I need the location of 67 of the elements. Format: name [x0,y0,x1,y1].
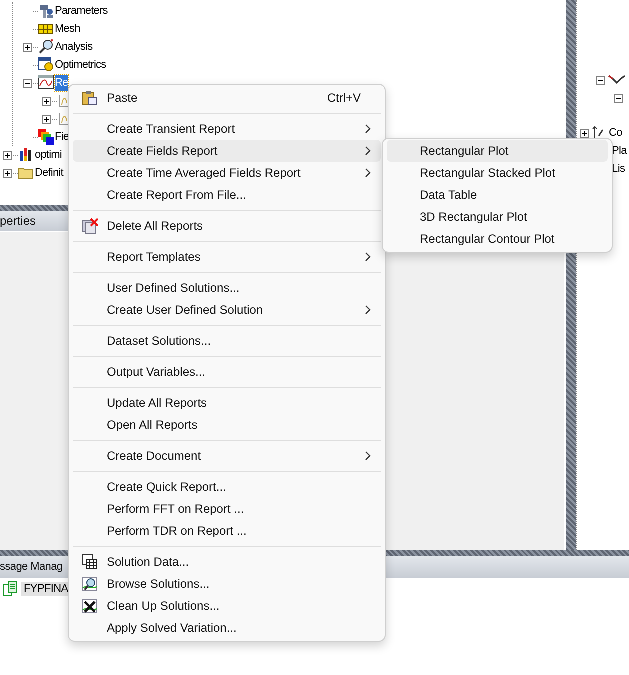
menu-item[interactable]: Browse Solutions... [73,573,381,595]
menu-item[interactable]: User Defined Solutions... [73,277,381,299]
menu-item[interactable]: Create Transient Report [73,118,381,140]
expand-icon[interactable] [23,42,32,52]
menu-item[interactable]: Create Report From File... [73,184,381,206]
tree-item[interactable]: Analysis [55,39,93,55]
menu-item[interactable]: 3D Rectangular Plot [387,206,608,228]
menu-item[interactable]: Create Fields Report [73,140,381,162]
squares-icon [38,129,54,145]
chevron-icon [365,168,371,178]
expand-icon[interactable] [42,96,51,106]
menu-item[interactable]: Solution Data... [73,551,381,573]
clipboard-icon [82,90,98,106]
chevron-icon [365,305,371,315]
menu-item[interactable]: Dataset Solutions... [73,330,381,352]
shortcut-label: Ctrl+V [327,91,361,105]
tree-item[interactable]: Co [609,127,622,139]
menu-item[interactable]: Open All Reports [73,414,381,436]
menu-item[interactable]: Perform TDR on Report ... [73,520,381,542]
menu-item[interactable]: Apply Solved Variation... [73,617,381,639]
tools-icon [38,3,54,19]
menu-item[interactable]: Update All Reports [73,392,381,414]
chevron-icon [365,124,371,134]
menu-item[interactable]: Rectangular Plot [387,140,608,162]
expand-icon[interactable] [42,114,51,124]
tree-item[interactable]: Optimetrics [55,57,106,73]
expand-icon[interactable] [580,128,589,138]
menu-item[interactable]: Create Time Averaged Fields Report [73,162,381,184]
tree-item[interactable]: Definit [35,165,64,181]
magnifier-icon [38,39,54,55]
tree-item[interactable]: Pla [612,145,627,157]
menu-item[interactable]: Rectangular Contour Plot [387,228,608,250]
document-stack-icon [3,581,18,596]
panel-title: ssage Manag [0,561,63,573]
chart-window-icon [38,57,54,73]
chevron-icon [365,252,371,262]
magnifier-icon [82,576,98,592]
delete-icon [82,218,98,234]
tree-item[interactable]: Re [55,75,68,91]
menu-item[interactable]: Clean Up Solutions... [73,595,381,617]
menu-item[interactable]: Rectangular Stacked Plot [387,162,608,184]
expand-icon[interactable] [3,150,12,160]
menu-item[interactable]: Data Table [387,184,608,206]
bars-icon [18,147,34,163]
expand-icon[interactable] [3,168,12,178]
axis-icon [592,126,604,140]
tree-item[interactable]: optimi [35,147,62,163]
tree-item[interactable]: Lis [612,163,626,175]
menu-item[interactable]: Create Quick Report... [73,476,381,498]
collapse-icon[interactable] [614,94,623,102]
menu-item[interactable]: Perform FFT on Report ... [73,498,381,520]
panel-title: perties [0,214,36,228]
menu-item[interactable]: Paste Ctrl+V [73,87,381,109]
menu-item[interactable]: Create User Defined Solution [73,299,381,321]
chevron-icon [365,146,371,156]
menu-item[interactable]: Report Templates [73,246,381,268]
cross-icon [82,598,98,614]
tree-item[interactable]: Parameters [55,3,108,19]
chevron-icon [365,451,371,461]
tree-item[interactable]: Mesh [55,21,80,37]
menu-item[interactable]: Delete All Reports [73,215,381,237]
collapse-icon[interactable] [23,78,32,88]
menu-item[interactable]: Create Document [73,445,381,467]
table-icon [82,554,98,570]
collapse-icon[interactable] [596,76,605,84]
graph-window-icon [38,75,54,91]
menu-item[interactable]: Output Variables... [73,361,381,383]
